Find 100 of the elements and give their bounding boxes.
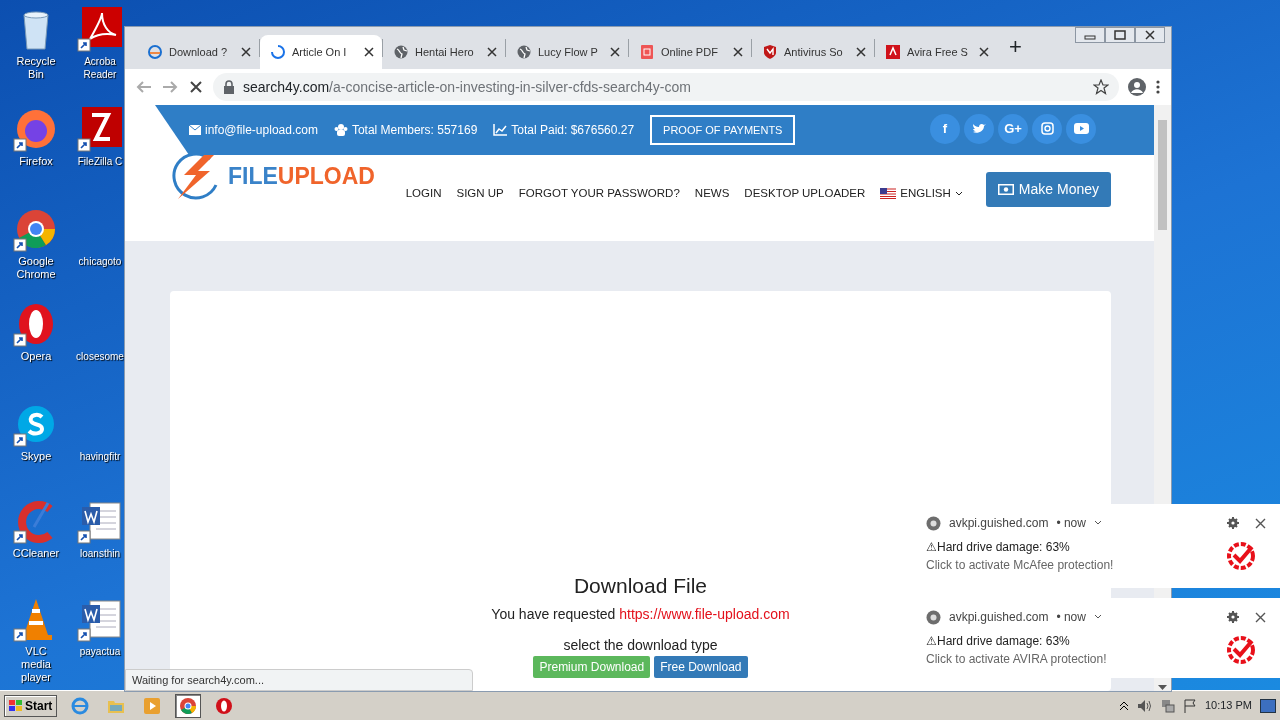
close-icon[interactable] bbox=[1135, 27, 1165, 43]
show-desktop-icon[interactable] bbox=[1260, 698, 1276, 713]
close-icon[interactable] bbox=[487, 47, 497, 57]
close-icon[interactable] bbox=[610, 47, 620, 57]
caret-icon[interactable] bbox=[1093, 614, 1102, 620]
document-app-icon[interactable] bbox=[76, 5, 124, 53]
loading-spinner-icon bbox=[270, 44, 286, 60]
proof-button[interactable]: PROOF OF PAYMENTS bbox=[650, 114, 796, 146]
nav-link[interactable]: DESKTOP UPLOADER bbox=[744, 184, 866, 203]
close-icon[interactable] bbox=[241, 47, 251, 57]
clock-text[interactable]: 10:13 PM bbox=[1204, 697, 1252, 714]
shield-icon bbox=[762, 44, 778, 60]
icon-label[interactable]: Acroba Reader bbox=[77, 55, 123, 81]
document-icon bbox=[639, 44, 655, 60]
free-download-button[interactable]: Free Download bbox=[654, 656, 748, 679]
media-player-icon bbox=[143, 696, 162, 715]
nav-link[interactable]: FORGOT YOUR PASSWORD? bbox=[518, 184, 680, 203]
nav-link[interactable]: NEWS bbox=[694, 184, 730, 203]
caret-icon[interactable] bbox=[1093, 520, 1102, 526]
settings-icon[interactable] bbox=[1227, 611, 1239, 623]
icon-label[interactable]: payactua bbox=[79, 645, 121, 658]
scrollbar-thumb[interactable] bbox=[1158, 120, 1167, 230]
browser-tab[interactable]: Online PDF bbox=[629, 35, 751, 69]
info-text: Total Members: 557169 bbox=[351, 122, 478, 139]
browser-logo-icon bbox=[215, 696, 234, 715]
icon-label[interactable]: chicagoto bbox=[78, 255, 122, 268]
camera-icon bbox=[1040, 122, 1054, 135]
browser-tab[interactable]: Antivirus So bbox=[752, 35, 874, 69]
taskbar-button[interactable] bbox=[175, 693, 202, 718]
notification-source: avkpi.guished.com bbox=[949, 515, 1049, 532]
browser-logo-icon bbox=[926, 515, 941, 531]
mail-icon bbox=[189, 125, 201, 135]
globe-icon bbox=[393, 44, 409, 60]
page-heading: Download File bbox=[573, 573, 708, 599]
speaker-icon[interactable] bbox=[1136, 698, 1153, 713]
menu-icon[interactable] bbox=[1155, 79, 1161, 95]
close-icon[interactable] bbox=[979, 47, 989, 57]
file-link[interactable]: https://www.file-upload.com bbox=[619, 606, 790, 623]
flag-icon bbox=[880, 188, 897, 199]
address-bar[interactable]: search4y.com/a-concise-article-on-investing-in-silver-cfds-search4y-com bbox=[213, 73, 1119, 101]
transfer-app-icon[interactable] bbox=[76, 105, 124, 153]
windows-logo-icon bbox=[9, 699, 23, 712]
restore-icon[interactable] bbox=[1105, 27, 1135, 43]
new-tab-button[interactable]: + bbox=[997, 29, 1034, 67]
icon-label[interactable]: Skype bbox=[20, 450, 52, 463]
icon-label[interactable]: havingfitr bbox=[79, 450, 121, 463]
instruction-text: select the download type bbox=[563, 636, 718, 656]
close-icon[interactable] bbox=[1255, 517, 1266, 529]
icon-label[interactable]: FileZilla C bbox=[77, 155, 123, 168]
start-button[interactable]: Start bbox=[4, 694, 58, 717]
icon-label[interactable]: Google Chrome bbox=[10, 255, 62, 281]
notification-text: Click to activate McAfee protection! bbox=[926, 557, 1114, 574]
money-icon bbox=[997, 184, 1014, 195]
language-selector[interactable]: ENGLISH bbox=[880, 184, 963, 203]
icon-label[interactable]: loansthin bbox=[80, 547, 120, 560]
close-icon[interactable] bbox=[1255, 611, 1266, 623]
browser-tab[interactable]: Hentai Hero bbox=[383, 35, 505, 69]
minimize-icon[interactable] bbox=[1075, 27, 1105, 43]
globe-icon bbox=[516, 44, 532, 60]
icon-label[interactable]: Opera bbox=[20, 350, 52, 363]
check-badge-icon bbox=[1226, 635, 1256, 665]
info-text: Total Paid: $676560.27 bbox=[511, 122, 635, 139]
social-button[interactable] bbox=[1066, 113, 1096, 144]
flag-icon[interactable] bbox=[1182, 698, 1197, 713]
notification-time: • now bbox=[1056, 515, 1086, 532]
logo-text: FILEUPLOAD bbox=[228, 161, 375, 191]
account-icon[interactable] bbox=[1127, 77, 1147, 97]
icon-label[interactable]: CCleaner bbox=[12, 547, 60, 560]
browser-tab[interactable]: Article On I bbox=[260, 35, 382, 69]
close-icon[interactable] bbox=[856, 47, 866, 57]
social-button[interactable] bbox=[1032, 113, 1062, 144]
network-icon[interactable] bbox=[1160, 698, 1175, 713]
browser-tab[interactable]: Avira Free S bbox=[875, 35, 997, 69]
browser-logo-icon bbox=[71, 696, 90, 715]
close-icon[interactable] bbox=[733, 47, 743, 57]
caret-icon bbox=[954, 190, 963, 197]
info-text: info@file-upload.com bbox=[205, 122, 318, 139]
browser-tab[interactable]: Download ? bbox=[137, 35, 259, 69]
app-logo-icon bbox=[885, 44, 901, 60]
browser-tab[interactable]: Lucy Flow P bbox=[506, 35, 628, 69]
notification-source: avkpi.guished.com bbox=[949, 609, 1049, 626]
icon-label[interactable]: Recycle Bin bbox=[10, 55, 62, 81]
icon-label[interactable]: closesome bbox=[76, 350, 124, 363]
video-icon bbox=[1073, 123, 1089, 134]
status-bubble: Waiting for search4y.com... bbox=[125, 668, 473, 691]
close-icon[interactable] bbox=[364, 47, 374, 57]
make-money-button[interactable]: Make Money bbox=[985, 172, 1111, 207]
nav-link[interactable]: LOGIN bbox=[405, 184, 442, 203]
notification-title: ⚠Hard drive damage: 63% bbox=[926, 539, 1071, 556]
star-icon[interactable] bbox=[1093, 79, 1109, 95]
lock-icon bbox=[223, 80, 235, 94]
chevron-up-icon[interactable] bbox=[1118, 700, 1129, 711]
icon-label[interactable]: VLC media player bbox=[10, 645, 62, 684]
notification-text: Click to activate AVIRA protection! bbox=[926, 651, 1107, 668]
users-icon bbox=[333, 124, 348, 136]
request-text: You have requested https://www.file-upload.com bbox=[491, 605, 790, 625]
icon-label[interactable]: Firefox bbox=[19, 155, 53, 168]
social-button[interactable] bbox=[964, 113, 994, 144]
settings-icon[interactable] bbox=[1227, 517, 1239, 529]
nav-link[interactable]: SIGN UP bbox=[456, 184, 504, 203]
